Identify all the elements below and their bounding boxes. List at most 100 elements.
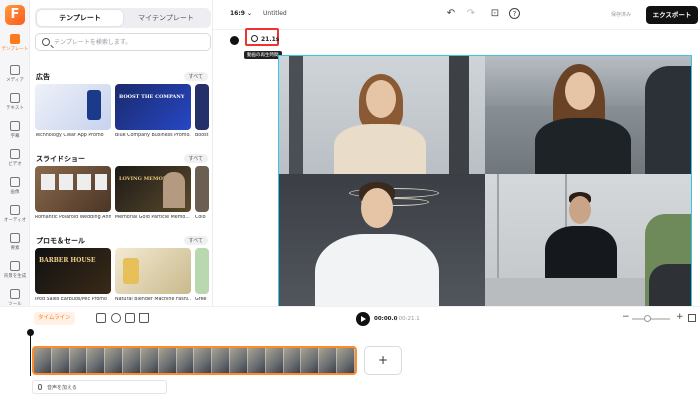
clip-frame — [69, 348, 88, 373]
rail-item-generate[interactable]: 背景を生成 — [0, 261, 30, 288]
save-status: 保存済み — [611, 12, 632, 18]
video-duration[interactable]: 21.1s — [261, 36, 279, 43]
search-input[interactable] — [54, 34, 204, 50]
template-card[interactable]: LOVING MEMORY Memorial Gold Particle Mem… — [115, 166, 191, 220]
trash-icon[interactable] — [139, 313, 149, 323]
left-rail: F テンプレート メディア テキスト 字幕 ビデオ 画像 オーディオ 要素 背景… — [0, 0, 30, 320]
export-button[interactable]: エクスポート — [646, 6, 698, 24]
screenshot-icon[interactable]: ⊡ — [489, 8, 501, 20]
zoom-slider-thumb[interactable] — [644, 315, 651, 322]
rail-item-audio[interactable]: オーディオ — [0, 205, 30, 232]
clip-frame — [230, 348, 248, 373]
rail-label: 要素 — [10, 246, 20, 251]
person-body — [334, 124, 426, 174]
template-caption: iPod Sales Earbuds/Mic Promo — [35, 297, 107, 302]
clip-frame — [194, 348, 213, 373]
search-icon — [42, 38, 50, 46]
template-card[interactable]: Romantic Polaroid Wedding Annive — [35, 166, 111, 220]
clip-frame — [301, 348, 320, 373]
clip-frame — [123, 348, 141, 373]
person-face — [366, 80, 396, 118]
rail-item-subtitle[interactable]: 字幕 — [0, 121, 30, 148]
timeline-controls: タイムライン 00:00.0 / 00:21.1 − + — [0, 306, 700, 330]
clip-frame — [34, 348, 52, 373]
template-caption: Colo — [195, 215, 206, 220]
help-icon[interactable]: ? — [509, 8, 520, 19]
template-thumbnail: LOVING MEMORY — [115, 166, 191, 212]
timeline: + 音声を加える — [0, 329, 700, 400]
duration-tooltip: 動画の再生時間 — [244, 51, 282, 59]
rail-label: テンプレート — [1, 47, 29, 52]
rail-item-video[interactable]: ビデオ — [0, 149, 30, 176]
zoom-in-icon[interactable]: + — [676, 313, 684, 322]
person-face — [565, 72, 595, 110]
see-all-button[interactable]: すべて — [183, 236, 208, 245]
video-icon — [10, 149, 20, 159]
top-bar: 16:9 ⌄ Untitled ↶ ↷ ⊡ ? 保存済み エクスポート — [213, 0, 700, 30]
add-audio-track[interactable]: 音声を加える — [32, 380, 167, 394]
section-title-ads: 広告 — [36, 73, 50, 81]
template-card[interactable]: Technology Clear App Promo — [35, 84, 111, 138]
template-icon — [10, 34, 20, 44]
template-card[interactable]: Boost — [195, 84, 209, 138]
rail-item-text[interactable]: テキスト — [0, 93, 30, 120]
video-quadrant-1 — [279, 56, 485, 174]
timeline-toggle-button[interactable]: タイムライン — [34, 312, 75, 325]
template-caption: Natural Blender Machine Fashi... — [115, 297, 191, 302]
clip-frame — [283, 348, 302, 373]
template-card[interactable]: BOOST THE COMPANY Blue Company Business … — [115, 84, 191, 138]
clip-frame — [319, 348, 338, 373]
current-time: 00:00.0 — [374, 316, 398, 322]
template-thumbnail — [35, 84, 111, 130]
rail-item-template[interactable]: テンプレート — [0, 34, 30, 61]
polaroid — [41, 174, 55, 190]
template-card[interactable]: Colo — [195, 166, 209, 220]
tab-template[interactable]: テンプレート — [37, 10, 123, 26]
redo-icon[interactable]: ↷ — [465, 8, 477, 20]
clip-frame — [105, 348, 124, 373]
clip-frame — [265, 348, 284, 373]
fit-icon[interactable] — [688, 314, 696, 322]
video-quadrant-2 — [485, 56, 691, 174]
video-quadrant-4 — [485, 174, 691, 324]
split-icon[interactable] — [96, 313, 106, 323]
playhead[interactable] — [26, 329, 35, 376]
template-caption: Boost — [195, 133, 209, 138]
freeze-icon[interactable] — [111, 313, 121, 323]
media-icon — [10, 65, 20, 75]
microphone-icon — [38, 384, 42, 390]
rail-item-image[interactable]: 画像 — [0, 177, 30, 204]
clip-frame — [247, 348, 266, 373]
video-clip[interactable] — [32, 346, 357, 375]
project-title[interactable]: Untitled — [263, 10, 287, 17]
template-card[interactable]: BARBER HOUSE iPod Sales Earbuds/Mic Prom… — [35, 248, 111, 302]
see-all-button[interactable]: すべて — [183, 72, 208, 81]
aspect-ratio-dropdown[interactable]: 16:9 ⌄ — [230, 10, 252, 17]
video-preview[interactable] — [278, 55, 692, 325]
play-button[interactable] — [356, 312, 370, 326]
template-card[interactable]: Natural Blender Machine Fashi... — [115, 248, 191, 302]
duplicate-icon[interactable] — [125, 313, 135, 323]
zoom-out-icon[interactable]: − — [622, 313, 630, 322]
zoom-slider[interactable] — [632, 318, 670, 320]
tab-my-template[interactable]: マイテンプレート — [123, 10, 209, 26]
template-thumbnail — [35, 166, 111, 212]
blender-image — [123, 258, 139, 284]
thumb-row-ads: Technology Clear App Promo BOOST THE COM… — [35, 84, 212, 146]
undo-icon[interactable]: ↶ — [445, 8, 457, 20]
clip-frame — [176, 348, 195, 373]
rail-item-element[interactable]: 要素 — [0, 233, 30, 260]
template-card[interactable]: Gree — [195, 248, 209, 302]
template-thumbnail: BARBER HOUSE — [35, 248, 111, 294]
section-title-slideshow: スライドショー — [36, 155, 85, 163]
curtain — [289, 56, 303, 174]
audio-icon — [10, 205, 20, 215]
see-all-button[interactable]: すべて — [183, 154, 208, 163]
rail-item-media[interactable]: メディア — [0, 65, 30, 92]
background-color-swatch[interactable] — [230, 36, 239, 45]
template-caption: Technology Clear App Promo — [35, 133, 104, 138]
template-thumbnail — [195, 166, 209, 212]
clip-frame — [140, 348, 159, 373]
add-clip-button[interactable]: + — [364, 346, 402, 375]
text-icon — [10, 93, 20, 103]
